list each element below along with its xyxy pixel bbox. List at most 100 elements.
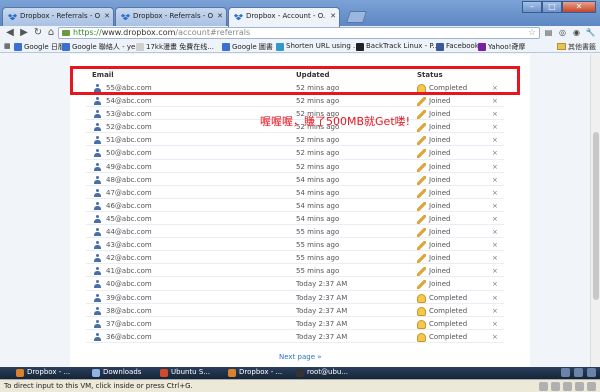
remove-referral-icon[interactable]: × [492, 228, 498, 236]
taskbar-item-ubuntu[interactable]: Ubuntu S... [160, 368, 210, 378]
referral-email: 53@abc.com [106, 110, 152, 119]
bookmark-17kk[interactable]: 17kk漫畫 免費在线... [136, 42, 214, 52]
referral-updated: 54 mins ago [296, 188, 340, 197]
taskbar-item-terminal[interactable]: root@ubu... [296, 368, 348, 378]
bookmark-backtrack[interactable]: BackTrack Linux - P... [356, 42, 439, 51]
highlight-box [70, 66, 520, 95]
apps-icon[interactable]: ▦ [4, 42, 11, 50]
remove-referral-icon[interactable]: × [492, 123, 498, 131]
referral-updated: Today 2:37 AM [296, 332, 348, 341]
remove-referral-icon[interactable]: × [492, 97, 498, 105]
taskbar-label: Downloads [103, 368, 142, 376]
referral-updated: 55 mins ago [296, 228, 340, 237]
remove-referral-icon[interactable]: × [492, 280, 498, 288]
close-icon[interactable]: ✕ [104, 12, 110, 20]
referral-email: 42@abc.com [106, 254, 152, 263]
annotation-text: 喔喔喔，賺了500MB就Get喽! [260, 115, 411, 128]
referral-status: Joined [429, 149, 451, 158]
remove-referral-icon[interactable]: × [492, 320, 498, 328]
tab-referrals-2[interactable]: Dropbox - Referrals - O... ✕ [115, 7, 227, 26]
tab-referrals-1[interactable]: Dropbox - Referrals - O... ✕ [2, 7, 114, 26]
remove-referral-icon[interactable]: × [492, 163, 498, 171]
close-icon[interactable]: ✕ [217, 12, 223, 20]
new-tab-button[interactable] [346, 11, 367, 23]
extension-icon[interactable]: ◎ [557, 27, 568, 38]
back-icon[interactable]: ◀ [4, 27, 16, 39]
window-close-icon[interactable]: ✕ [562, 1, 596, 13]
remove-referral-icon[interactable]: × [492, 189, 498, 197]
taskbar-item-dropbox[interactable]: Dropbox - ... [16, 368, 70, 378]
remove-referral-icon[interactable]: × [492, 149, 498, 157]
usb-icon[interactable] [575, 382, 584, 391]
referral-status: Completed [429, 293, 468, 302]
trophy-icon [417, 293, 426, 303]
bookmark-google-calendar[interactable]: Google 日曆 [14, 42, 65, 52]
remove-referral-icon[interactable]: × [492, 241, 498, 249]
taskbar-item-downloads[interactable]: Downloads [92, 368, 141, 378]
scrollbar-thumb[interactable] [593, 132, 599, 300]
remove-referral-icon[interactable]: × [492, 307, 498, 315]
dropbox-icon [234, 13, 243, 21]
bookmarks-bar: ▦ Google 日曆 Google 聯絡人 - ye... 17kk漫畫 免費… [0, 40, 600, 53]
referral-email: 51@abc.com [106, 136, 152, 145]
bookmark-star-icon[interactable]: ☆ [528, 28, 536, 38]
wrench-icon[interactable]: 🔧 [585, 27, 596, 38]
forward-icon[interactable]: ▶ [18, 27, 30, 39]
extension-icon-2[interactable]: ◉ [571, 27, 582, 38]
table-row: 54@abc.com 52 mins ago Joined × [86, 94, 504, 108]
user-icon [94, 175, 101, 184]
remove-referral-icon[interactable]: × [492, 215, 498, 223]
remove-referral-icon[interactable]: × [492, 110, 498, 118]
minimize-icon[interactable]: – [522, 1, 542, 13]
sound-icon[interactable] [587, 382, 596, 391]
maximize-icon[interactable]: □ [542, 1, 562, 13]
chevron-right-icon[interactable]: » [514, 41, 519, 50]
table-row: 49@abc.com 52 mins ago Joined × [86, 160, 504, 173]
dropbox-tray-icon[interactable] [587, 368, 596, 377]
next-page-link[interactable]: Next page » [279, 353, 322, 361]
tab-account[interactable]: Dropbox - Account - O... ✕ [228, 7, 340, 27]
remove-referral-icon[interactable]: × [492, 254, 498, 262]
volume-icon[interactable] [574, 368, 583, 377]
close-icon[interactable]: ✕ [330, 12, 336, 20]
remove-referral-icon[interactable]: × [492, 202, 498, 210]
page-icon[interactable]: ▤ [543, 27, 554, 38]
bookmark-facebook[interactable]: Facebook [436, 42, 479, 51]
referral-updated: 54 mins ago [296, 175, 340, 184]
other-bookmarks[interactable]: 其他書籤 [557, 42, 596, 52]
referral-status: Completed [429, 319, 468, 328]
user-icon [94, 110, 101, 119]
remove-referral-icon[interactable]: × [492, 267, 498, 275]
bookmark-shorten-url[interactable]: Shorten URL using ... [276, 42, 360, 51]
disk-icon[interactable] [539, 382, 548, 391]
referral-status: Joined [429, 110, 451, 119]
remove-referral-icon[interactable]: × [492, 294, 498, 302]
pencil-icon [417, 241, 426, 251]
cdrom-icon[interactable] [551, 382, 560, 391]
address-bar[interactable]: https://www.dropbox.com/account#referral… [58, 27, 540, 39]
bookmark-google-contacts[interactable]: Google 聯絡人 - ye... [62, 42, 142, 52]
bookmark-label: Google 圖書 [232, 43, 273, 51]
bookmark-google-books[interactable]: Google 圖書 [222, 42, 273, 52]
reload-icon[interactable]: ↻ [32, 27, 44, 39]
home-icon[interactable]: ⌂ [45, 27, 57, 39]
terminal-icon [296, 369, 304, 377]
remove-referral-icon[interactable]: × [492, 176, 498, 184]
table-row: 48@abc.com 54 mins ago Joined × [86, 173, 504, 186]
dropbox-icon [8, 13, 17, 21]
user-icon [94, 201, 101, 210]
network-adapter-icon[interactable] [563, 382, 572, 391]
network-icon[interactable] [561, 368, 570, 377]
system-tray [561, 368, 596, 377]
folder-icon [92, 369, 100, 377]
referral-status: Completed [429, 306, 468, 315]
taskbar-item-dropbox-2[interactable]: Dropbox - ... [228, 368, 282, 378]
remove-referral-icon[interactable]: × [492, 333, 498, 341]
referral-email: 47@abc.com [106, 188, 152, 197]
referral-email: 52@abc.com [106, 123, 152, 132]
referral-status: Completed [429, 332, 468, 341]
yahoo-icon [478, 43, 486, 51]
page-scrollbar[interactable] [590, 54, 600, 367]
tab-title: Dropbox - Referrals - O... [20, 12, 100, 20]
remove-referral-icon[interactable]: × [492, 136, 498, 144]
